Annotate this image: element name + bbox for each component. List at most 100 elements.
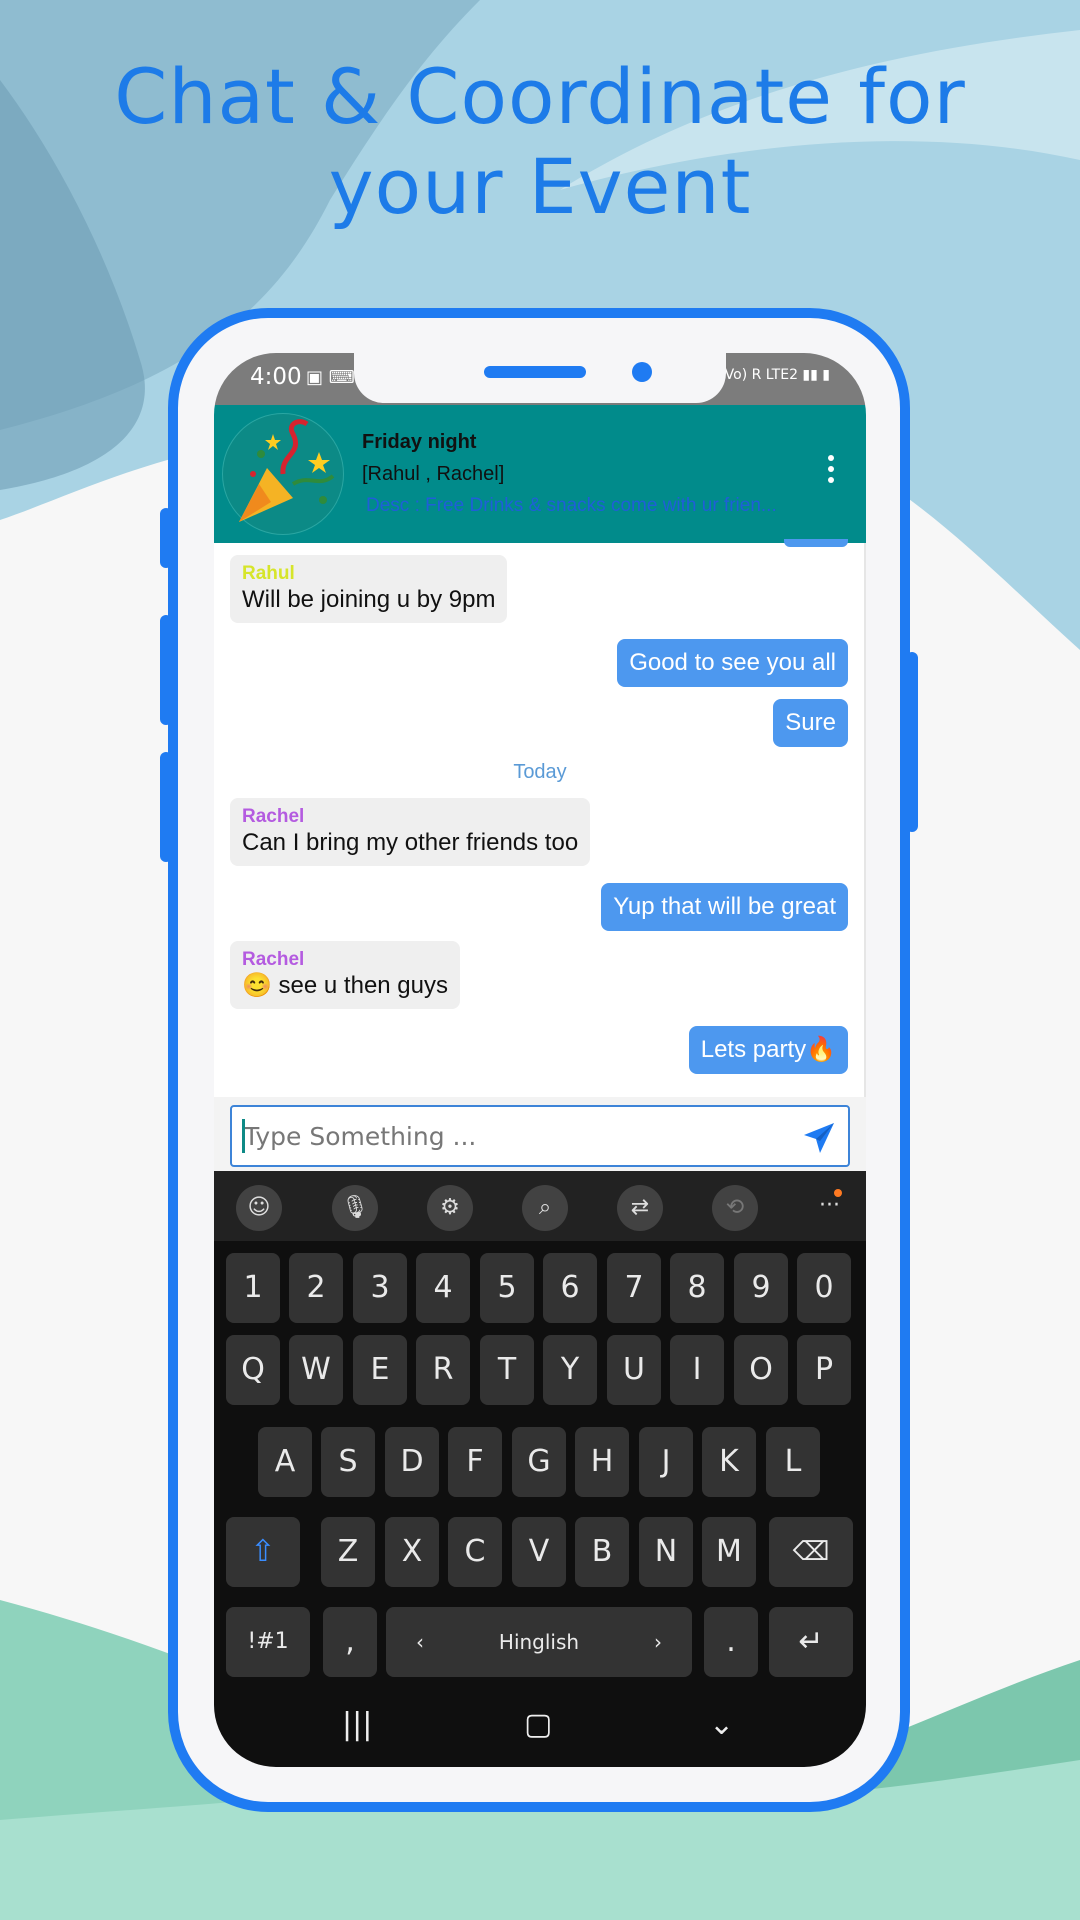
network-label: Vo) R LTE2	[724, 367, 798, 383]
message-incoming[interactable]: Rachel 😊 see u then guys	[230, 941, 461, 1009]
key-9[interactable]: 9	[734, 1253, 788, 1323]
message-text: 😊 see u then guys	[242, 972, 449, 999]
key-6[interactable]: 6	[543, 1253, 597, 1323]
recents-icon[interactable]: |||	[342, 1707, 372, 1742]
key-e[interactable]: E	[353, 1335, 407, 1405]
key-n[interactable]: N	[639, 1517, 693, 1587]
enter-icon[interactable]: ↵	[769, 1607, 853, 1677]
phone-screen: 4:00 ▣ ⌨ Vo) R LTE2 ▮▮ ▮ Friday night [R…	[214, 353, 866, 1767]
keyboard-toolbar: ☺ 🎙 ⚙ ⌕ ⇄ ⟲ ···	[214, 1171, 866, 1241]
translate-icon[interactable]: ⇄	[617, 1185, 663, 1231]
message-sender: Rachel	[242, 949, 305, 970]
group-title[interactable]: Friday night	[362, 431, 476, 454]
key-5[interactable]: 5	[480, 1253, 534, 1323]
home-icon[interactable]: ▢	[524, 1707, 552, 1742]
message-outgoing[interactable]: Sure	[773, 699, 848, 747]
message-text: Good to see you all	[629, 649, 836, 676]
period-key[interactable]: .	[704, 1607, 758, 1677]
message-text: Can I bring my other friends too	[242, 829, 579, 856]
message-outgoing[interactable]: Yup that will be great	[601, 883, 848, 931]
message-sender: Rahul	[242, 563, 295, 584]
key-w[interactable]: W	[289, 1335, 343, 1405]
chat-header: Friday night [Rahul , Rachel] Desc : Fre…	[214, 405, 866, 543]
key-y[interactable]: Y	[543, 1335, 597, 1405]
symbols-key[interactable]: !#1	[226, 1607, 310, 1677]
space-key[interactable]: ‹ Hinglish ›	[386, 1607, 692, 1677]
key-x[interactable]: X	[385, 1517, 439, 1587]
key-l[interactable]: L	[766, 1427, 820, 1497]
comma-key[interactable]: ,	[323, 1607, 377, 1677]
message-input[interactable]	[230, 1105, 850, 1167]
chevron-right-icon: ›	[654, 1630, 662, 1654]
send-icon[interactable]	[802, 1121, 836, 1155]
key-u[interactable]: U	[607, 1335, 661, 1405]
date-separator: Today	[513, 761, 567, 783]
backspace-icon[interactable]: ⌫	[769, 1517, 853, 1587]
chevron-left-icon: ‹	[416, 1630, 424, 1654]
composer-bar	[214, 1097, 866, 1171]
key-7[interactable]: 7	[607, 1253, 661, 1323]
group-members: [Rahul , Rachel]	[362, 463, 505, 485]
key-g[interactable]: G	[512, 1427, 566, 1497]
space-label: Hinglish	[498, 1630, 580, 1654]
key-c[interactable]: C	[448, 1517, 502, 1587]
group-description: Desc : Free Drinks & snacks come with ur…	[366, 495, 777, 516]
key-z[interactable]: Z	[321, 1517, 375, 1587]
key-m[interactable]: M	[702, 1517, 756, 1587]
navigation-bar: ||| ▢ ⌄	[214, 1687, 866, 1767]
headline-line-2: your Event	[328, 142, 752, 231]
message-text: Will be joining u by 9pm	[242, 586, 496, 613]
message-outgoing[interactable]: Good to see you all	[617, 639, 848, 687]
search-icon[interactable]: ⌕	[522, 1185, 568, 1231]
signal-icons: Vo) R LTE2 ▮▮ ▮	[724, 367, 830, 383]
key-2[interactable]: 2	[289, 1253, 343, 1323]
key-f[interactable]: F	[448, 1427, 502, 1497]
key-0[interactable]: 0	[797, 1253, 851, 1323]
key-1[interactable]: 1	[226, 1253, 280, 1323]
message-partial-bubble	[784, 539, 848, 547]
emoji-icon[interactable]: ☺	[236, 1185, 282, 1231]
key-b[interactable]: B	[575, 1517, 629, 1587]
message-list[interactable]: Rahul Will be joining u by 9pm Good to s…	[214, 539, 866, 1097]
key-r[interactable]: R	[416, 1335, 470, 1405]
key-h[interactable]: H	[575, 1427, 629, 1497]
keyboard: 1 2 3 4 5 6 7 8 9 0 Q W E R T Y U I O P …	[214, 1241, 866, 1767]
key-a[interactable]: A	[258, 1427, 312, 1497]
notification-dot	[834, 1189, 842, 1197]
key-8[interactable]: 8	[670, 1253, 724, 1323]
headline-line-1: Chat & Coordinate for	[114, 52, 966, 141]
key-j[interactable]: J	[639, 1427, 693, 1497]
party-popper-icon[interactable]	[222, 413, 344, 535]
message-text: Lets party🔥	[700, 1036, 836, 1063]
message-sender: Rachel	[242, 806, 305, 827]
key-q[interactable]: Q	[226, 1335, 280, 1405]
shift-icon[interactable]: ⇧	[226, 1517, 300, 1587]
sync-icon[interactable]: ⟲	[712, 1185, 758, 1231]
key-t[interactable]: T	[480, 1335, 534, 1405]
key-3[interactable]: 3	[353, 1253, 407, 1323]
message-outgoing[interactable]: Lets party🔥	[688, 1026, 848, 1074]
notification-icons: ▣ ⌨	[306, 367, 355, 388]
speaker-grille	[484, 366, 586, 378]
message-text: Yup that will be great	[613, 893, 836, 920]
text-caret	[242, 1119, 245, 1153]
camera-notch	[354, 353, 726, 403]
message-incoming[interactable]: Rachel Can I bring my other friends too	[230, 798, 591, 866]
key-d[interactable]: D	[385, 1427, 439, 1497]
message-text: Sure	[785, 709, 836, 736]
message-incoming[interactable]: Rahul Will be joining u by 9pm	[230, 555, 508, 623]
key-v[interactable]: V	[512, 1517, 566, 1587]
key-4[interactable]: 4	[416, 1253, 470, 1323]
front-camera	[632, 362, 652, 382]
key-k[interactable]: K	[702, 1427, 756, 1497]
key-o[interactable]: O	[734, 1335, 788, 1405]
key-s[interactable]: S	[321, 1427, 375, 1497]
back-icon[interactable]: ⌄	[709, 1707, 734, 1742]
headline: Chat & Coordinate for your Event	[0, 52, 1080, 232]
mic-icon[interactable]: 🎙	[332, 1185, 378, 1231]
status-time: 4:00	[250, 364, 302, 390]
more-vert-icon[interactable]	[826, 455, 836, 487]
key-p[interactable]: P	[797, 1335, 851, 1405]
key-i[interactable]: I	[670, 1335, 724, 1405]
settings-icon[interactable]: ⚙	[427, 1185, 473, 1231]
